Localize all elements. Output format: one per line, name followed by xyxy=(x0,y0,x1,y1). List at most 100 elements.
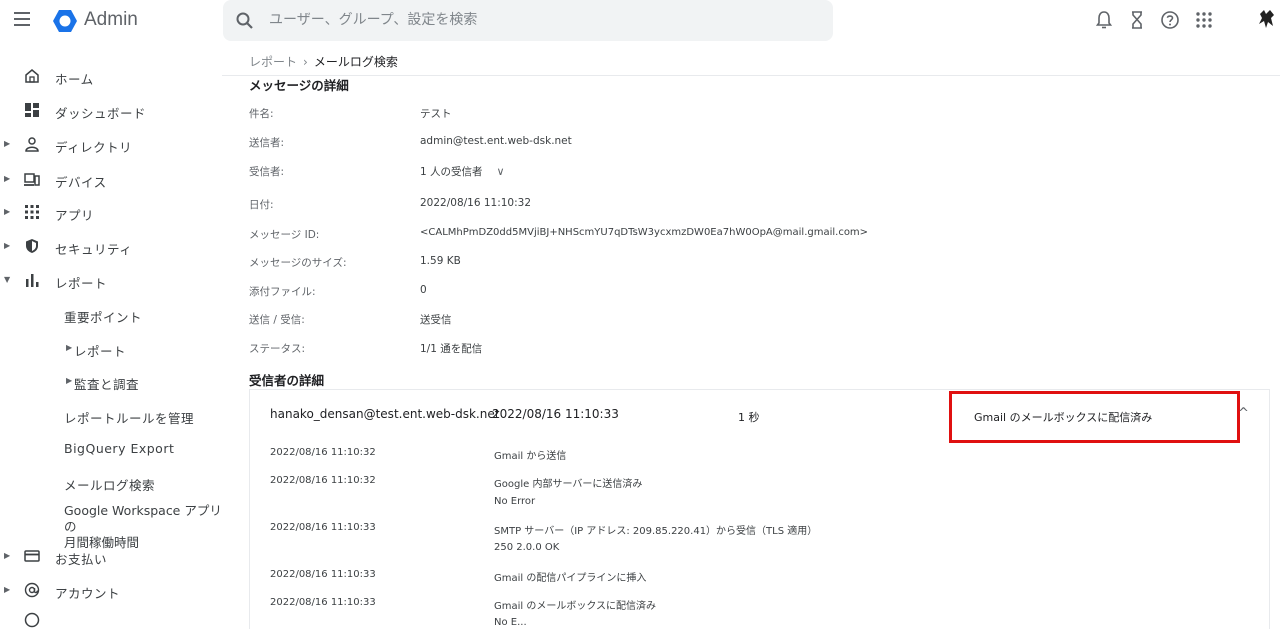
sidebar-item-security[interactable]: ▶ セキュリティ xyxy=(0,231,222,261)
status-label: ステータス: xyxy=(249,343,306,355)
expand-arrow-icon[interactable]: ▶ xyxy=(66,376,72,385)
sidebar-label: アカウント xyxy=(55,586,121,601)
breadcrumb: レポート › メールログ検索 xyxy=(249,53,398,70)
event-text: SMTP サーバー（IP アドレス: 209.85.220.41）から受信（TL… xyxy=(494,526,818,537)
tasks-icon[interactable] xyxy=(1126,9,1148,31)
event-time: 2022/08/16 11:10:33 xyxy=(270,522,376,533)
attachments-label: 添付ファイル: xyxy=(249,286,316,298)
message-size-label: メッセージのサイズ: xyxy=(249,257,347,269)
event-sub: 250 2.0.0 OK xyxy=(494,542,560,553)
expand-arrow-icon[interactable]: ▶ xyxy=(4,551,10,560)
app-title[interactable]: Admin xyxy=(84,9,138,31)
event-text: Gmail の配信パイプラインに挿入 xyxy=(494,573,647,584)
chevron-down-icon[interactable]: ∨ xyxy=(497,165,505,178)
expand-arrow-icon[interactable]: ▶ xyxy=(4,207,10,216)
sidebar-label: お支払い xyxy=(55,552,108,567)
expand-arrow-icon[interactable]: ▶ xyxy=(4,174,10,183)
recipient-details-title: 受信者の詳細 xyxy=(249,373,325,388)
sidebar-label: ダッシュボード xyxy=(55,106,147,121)
sidebar-item-manage-rules[interactable]: レポートルールを管理 xyxy=(0,400,222,430)
expand-arrow-icon[interactable]: ▶ xyxy=(4,241,10,250)
status-value: 1/1 通を配信 xyxy=(420,343,483,355)
date-label: 日付: xyxy=(249,199,274,211)
sidebar-label: ホーム xyxy=(55,72,94,87)
sidebar-label: メールログ検索 xyxy=(64,478,156,493)
event-text: Google 内部サーバーに送信済み xyxy=(494,479,643,490)
avatar-image xyxy=(1259,10,1274,28)
sidebar-label: レポートルールを管理 xyxy=(64,411,195,426)
sidebar-label: レポート xyxy=(55,276,108,291)
sender-label: 送信者: xyxy=(249,137,285,149)
sidebar-item-home[interactable]: ホーム xyxy=(0,61,222,91)
event-text: Gmail から送信 xyxy=(494,451,567,462)
expand-arrow-icon[interactable]: ▶ xyxy=(66,343,72,352)
sidebar-item-account[interactable]: ▶ アカウント xyxy=(0,575,222,605)
event-text: Gmail のメールボックスに配信済み xyxy=(494,601,657,612)
sidebar-item-apps[interactable]: ▶ アプリ xyxy=(0,197,222,227)
sidebar-label: レポート xyxy=(74,344,127,359)
chevron-up-icon[interactable]: ^ xyxy=(1238,406,1249,421)
dashboard-icon xyxy=(25,103,39,117)
event-sub: No Error xyxy=(494,496,536,507)
help-icon[interactable] xyxy=(1159,9,1181,31)
sender-value: admin@test.ent.web-dsk.net xyxy=(420,135,572,147)
highlight-box xyxy=(949,391,1240,443)
subject-label: 件名: xyxy=(249,108,274,120)
sidebar-item-workspace-uptime[interactable]: Google Workspace アプリの 月間稼働時間 xyxy=(0,503,222,550)
sidebar-label: 重要ポイント xyxy=(64,310,143,325)
breadcrumb-separator: › xyxy=(303,55,308,69)
expand-arrow-icon[interactable]: ▶ xyxy=(4,139,10,148)
attachments-value: 0 xyxy=(420,284,427,296)
sidebar-item-dashboard[interactable]: ダッシュボード xyxy=(0,95,222,125)
sidebar-item-reports[interactable]: ▼ レポート xyxy=(0,265,222,295)
circle-icon xyxy=(24,612,40,628)
event-sub: No E... xyxy=(494,617,527,628)
breadcrumb-parent[interactable]: レポート xyxy=(249,55,297,69)
search-input[interactable] xyxy=(269,9,809,31)
event-time: 2022/08/16 11:10:32 xyxy=(270,475,376,486)
sidebar-label: ディレクトリ xyxy=(55,140,133,155)
collapse-arrow-icon[interactable]: ▼ xyxy=(4,275,10,284)
sidebar-item-highlights[interactable]: 重要ポイント xyxy=(0,299,222,329)
sidebar-label: 監査と調査 xyxy=(74,377,140,392)
date-value: 2022/08/16 11:10:32 xyxy=(420,197,532,209)
message-id-value: <CALMhPmDZ0dd5MVjiBJ+NHScmYU7qDTsW3ycxmz… xyxy=(420,227,869,238)
credit-card-icon xyxy=(24,550,40,562)
event-time: 2022/08/16 11:10:33 xyxy=(270,597,376,608)
sidebar-label: アプリ xyxy=(55,208,95,223)
sidebar-item-directory[interactable]: ▶ ディレクトリ xyxy=(0,129,222,159)
bar-chart-icon xyxy=(26,274,39,287)
apps-grid-icon[interactable] xyxy=(1193,9,1215,31)
message-size-value: 1.59 KB xyxy=(420,255,461,267)
recipient-time: 2022/08/16 11:10:33 xyxy=(492,407,619,421)
recipient-dropdown[interactable]: 1 人の受信者 ∨ xyxy=(420,164,505,179)
recipient-email[interactable]: hanako_densan@test.ent.web-dsk.net xyxy=(270,407,499,421)
devices-icon xyxy=(24,173,40,186)
admin-logo-icon[interactable] xyxy=(52,8,78,34)
event-time: 2022/08/16 11:10:33 xyxy=(270,569,376,580)
sidebar-item-reports-sub[interactable]: ▶ レポート xyxy=(0,333,222,363)
subject-value: テスト xyxy=(420,108,452,120)
search-icon xyxy=(236,12,253,29)
expand-arrow-icon[interactable]: ▶ xyxy=(4,585,10,594)
divider xyxy=(222,75,1280,76)
sidebar-item-devices[interactable]: ▶ デバイス xyxy=(0,164,222,194)
sidebar-item-billing[interactable]: ▶ お支払い xyxy=(0,541,222,571)
apps-icon xyxy=(25,205,39,219)
message-id-label: メッセージ ID: xyxy=(249,229,320,241)
account-avatar[interactable] xyxy=(1254,6,1280,32)
message-details-title: メッセージの詳細 xyxy=(249,78,349,93)
home-icon xyxy=(25,69,39,83)
sidebar-item-email-log[interactable]: メールログ検索 xyxy=(0,467,222,497)
person-icon xyxy=(25,137,39,152)
search-bar[interactable] xyxy=(223,0,833,41)
recipient-duration: 1 秒 xyxy=(738,411,760,424)
shield-icon xyxy=(26,239,38,253)
recipient-label: 受信者: xyxy=(249,166,285,178)
sidebar-item-bigquery[interactable]: BigQuery Export xyxy=(0,433,222,463)
notifications-icon[interactable] xyxy=(1093,9,1115,31)
sidebar-item-partial[interactable] xyxy=(0,609,222,629)
sidebar-label: セキュリティ xyxy=(55,242,133,257)
sidebar-item-audit[interactable]: ▶ 監査と調査 xyxy=(0,366,222,396)
hamburger-icon[interactable] xyxy=(14,12,30,26)
